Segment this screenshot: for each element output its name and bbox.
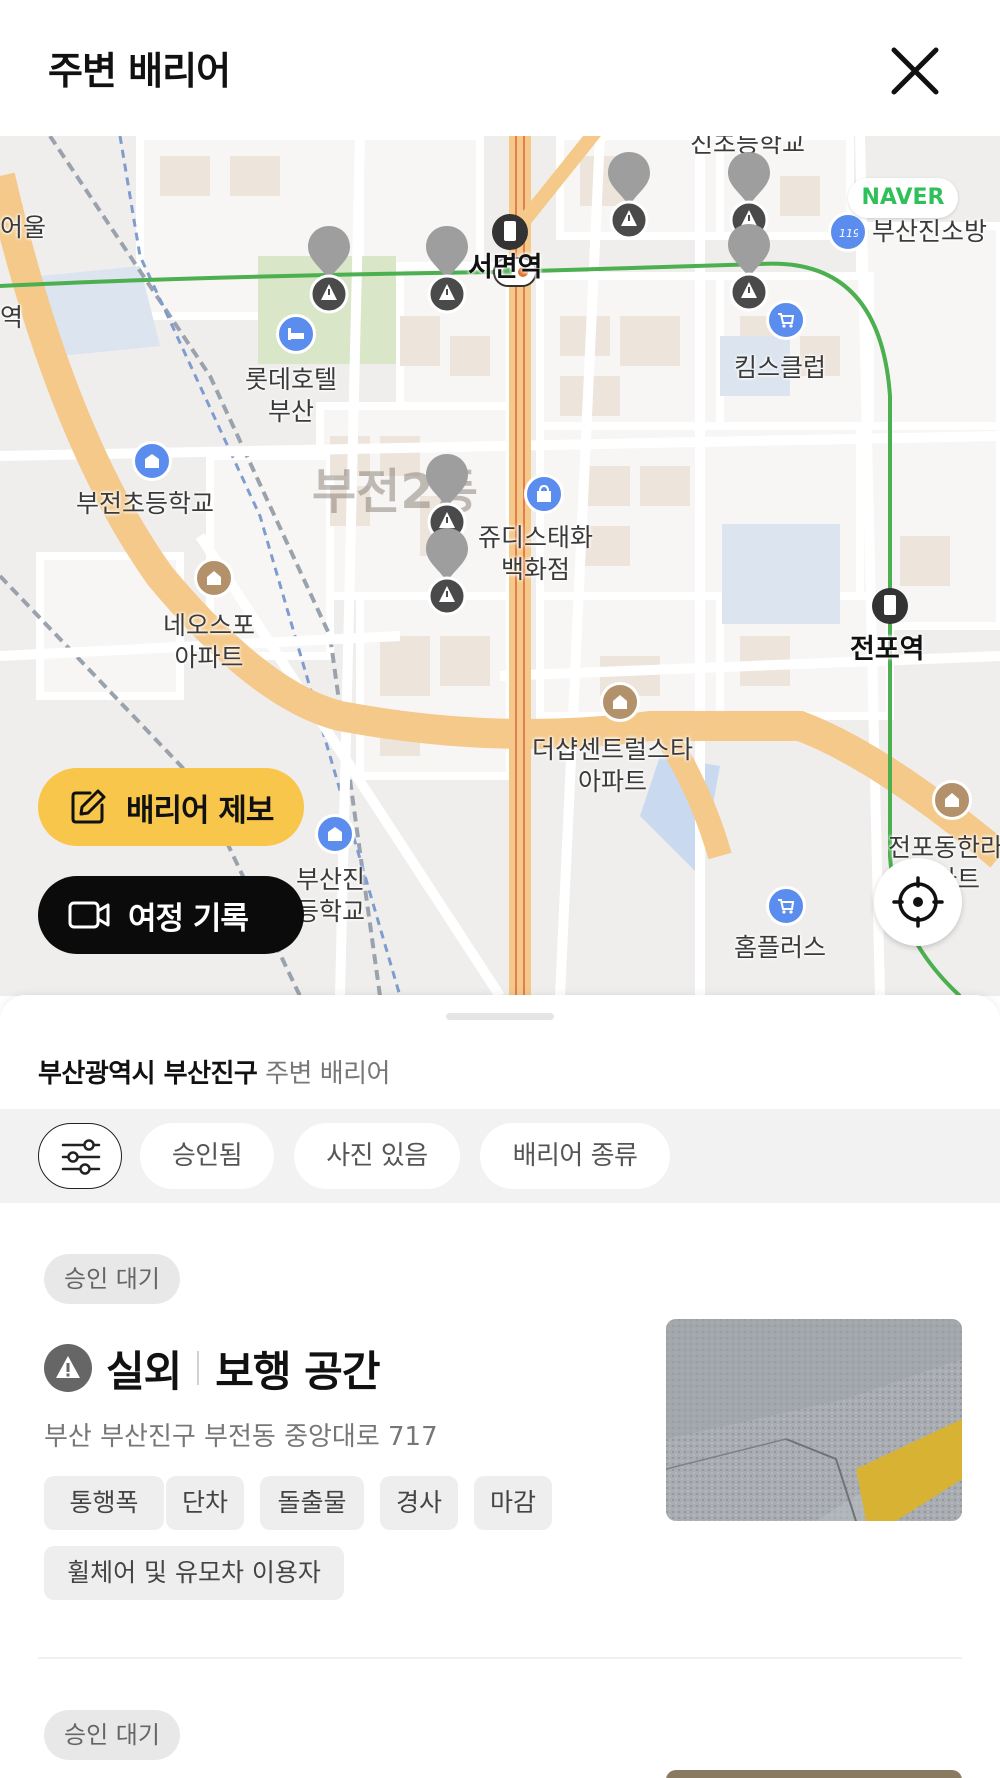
barrier-pin-icon[interactable] [424,224,470,316]
title-divider [197,1351,200,1385]
map-label-neos-apt: 네오스포 아파트 [163,611,256,672]
barrier-pin-icon[interactable] [606,150,652,242]
location-suffix: 주변 배리어 [257,1059,390,1089]
barrier-pin-icon[interactable] [424,526,470,618]
report-barrier-button[interactable]: 배리어 제보 [38,768,304,846]
map-label-seomyeon-station: 서면역 [468,252,543,283]
map-label-kims-club: 킴스클럽 [734,353,827,382]
apartment-icon[interactable] [194,558,234,598]
apartment-icon[interactable] [932,780,972,820]
svg-text:119: 119 [839,227,858,240]
filter-chip-has-photo[interactable]: 사진 있음 [294,1123,460,1189]
app-root: 주변 배리어 서면역 전포역 부전2동 롯데호텔 부산 부전초등학교 쥬디스태화… [0,0,1000,1778]
current-location-button[interactable] [874,858,962,946]
map-label-judies-dept: 쥬디스태화 백화점 [478,523,594,584]
close-button[interactable] [880,36,950,106]
close-icon [891,47,939,95]
barrier-card[interactable]: 승인 대기 [0,1710,1000,1778]
crosshair-icon [892,876,944,928]
school-icon[interactable] [315,814,355,854]
warning-icon [44,1344,92,1392]
map-label-bujeon-elementary: 부전초등학교 [76,489,215,518]
cart-icon[interactable] [766,886,806,926]
barrier-photo[interactable] [666,1319,962,1521]
page-title: 주변 배리어 [48,49,231,93]
header: 주변 배리어 [0,0,1000,136]
map-label-edge-left: 어울 [0,213,47,242]
tag-chip: 통행폭 [44,1476,164,1530]
map-label-busanjin-elementary: 부산진 등학교 [296,865,366,926]
barrier-pin-icon[interactable] [306,224,352,316]
bottom-sheet: 부산광역시 부산진구 주변 배리어 승인됨 사진 있음 배리어 종류 승인 대기 [0,995,1000,1778]
naver-logo: NAVER [848,178,958,218]
hotel-icon[interactable] [276,314,316,354]
tag-chip: 마감 [474,1476,552,1530]
map-label-lotte-hotel: 롯데호텔 부산 [245,365,338,426]
map-label-jeonpo-station: 전포역 [850,634,925,665]
filter-chip-barrier-type[interactable]: 배리어 종류 [480,1123,670,1189]
location-region: 부산광역시 부산진구 [38,1059,258,1089]
sheet-drag-handle[interactable] [446,1013,554,1020]
filter-chip-approved[interactable]: 승인됨 [140,1123,274,1189]
barrier-pin-icon[interactable] [726,222,772,314]
map-label-busanjin-fire: 부산진소방 [872,217,988,246]
cart-icon[interactable] [766,300,806,340]
barrier-card[interactable]: 승인 대기 실외 보행 공간 부산 부산진구 부전동 중앙대로 717 통행폭 … [0,1254,1000,1654]
barrier-category: 실외 [106,1346,182,1396]
map-label-the-sharp-apt: 더샵센트럴스타 아파트 [532,735,694,796]
barrier-address: 부산 부산진구 부전동 중앙대로 717 [44,1422,438,1452]
edit-icon [71,789,106,824]
report-barrier-label: 배리어 제보 [126,792,274,829]
tag-chip: 경사 [380,1476,458,1530]
tag-chip: 단차 [166,1476,244,1530]
location-summary: 부산광역시 부산진구 주변 배리어 [38,1053,390,1090]
tag-chip: 휠체어 및 유모차 이용자 [44,1546,344,1600]
map-label-homeplus: 홈플러스 [734,933,827,962]
map-label-edge-station: 역 [0,303,24,332]
record-journey-button[interactable]: 여정 기록 [38,876,304,954]
shopping-bag-icon[interactable] [524,474,564,514]
card-divider [38,1657,962,1659]
fire-station-icon[interactable]: 119 [828,212,868,252]
status-badge: 승인 대기 [44,1254,180,1304]
school-icon[interactable] [132,441,172,481]
filter-bar: 승인됨 사진 있음 배리어 종류 [0,1109,1000,1203]
filter-settings-button[interactable] [38,1123,122,1189]
map-view[interactable]: 서면역 전포역 부전2동 롯데호텔 부산 부전초등학교 쥬디스태화 백화점 네오… [0,136,1000,996]
status-badge: 승인 대기 [44,1710,180,1760]
record-journey-label: 여정 기록 [128,900,249,937]
barrier-type: 보행 공간 [215,1346,380,1396]
video-camera-icon [68,901,110,929]
barrier-photo[interactable] [666,1770,962,1778]
apartment-icon[interactable] [600,682,640,722]
tag-chip: 돌출물 [260,1476,364,1530]
sliders-icon [61,1139,101,1175]
card-title: 실외 보행 공간 [44,1338,380,1398]
